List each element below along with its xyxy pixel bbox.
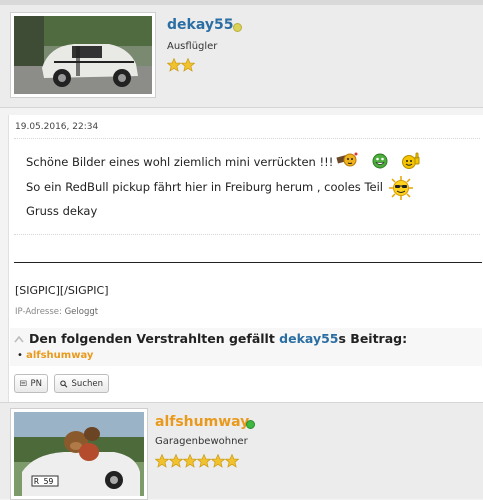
star-icon bbox=[181, 58, 195, 72]
star-icon bbox=[183, 454, 197, 468]
search-button-label: Suchen bbox=[71, 378, 103, 389]
liked-by-item: • alfshumway bbox=[17, 350, 94, 361]
avatar-alfshumway[interactable]: R 59 bbox=[10, 408, 148, 500]
usertitle-alfshumway: Garagenbewohner bbox=[155, 436, 248, 447]
rank-stars-alfshumway bbox=[155, 454, 239, 468]
pm-button[interactable]: PN bbox=[14, 374, 48, 393]
star-icon bbox=[167, 58, 181, 72]
license-plate-text: R 59 bbox=[34, 477, 53, 486]
thumbs-up-smiley-icon bbox=[402, 152, 420, 169]
star-icon bbox=[155, 454, 169, 468]
rank-stars-dekay55 bbox=[167, 58, 195, 72]
signature-separator bbox=[14, 262, 482, 263]
star-icon bbox=[225, 454, 239, 468]
status-online-icon bbox=[246, 420, 255, 429]
message-line-3: Gruss dekay bbox=[26, 204, 98, 218]
cannon-smiley-icon bbox=[336, 152, 358, 167]
status-away-icon bbox=[233, 23, 242, 32]
likes-user-link[interactable]: dekay55 bbox=[279, 331, 338, 346]
message-line-1: Schöne Bilder eines wohl ziemlich mini v… bbox=[26, 155, 334, 169]
username-dekay55[interactable]: dekay55 bbox=[167, 17, 233, 33]
avatar-dekay55[interactable] bbox=[10, 12, 156, 98]
cool-sun-smiley-icon bbox=[389, 176, 413, 200]
message-line-2: So ein RedBull pickup fährt hier in Frei… bbox=[26, 180, 383, 194]
ip-address: IP-Adresse: Geloggt bbox=[15, 307, 98, 317]
top-strip bbox=[0, 0, 483, 5]
star-icon bbox=[211, 454, 225, 468]
date-divider bbox=[14, 138, 480, 139]
message-icon bbox=[20, 380, 27, 386]
chevron-up-icon[interactable] bbox=[14, 335, 24, 343]
post-date: 19.05.2016, 22:34 bbox=[15, 122, 99, 132]
likes-suffix: s Beitrag: bbox=[338, 331, 408, 346]
usertitle-dekay55: Ausflügler bbox=[167, 41, 218, 52]
ip-value: Geloggt bbox=[64, 307, 99, 317]
likes-heading: Den folgenden Verstrahlten gefällt dekay… bbox=[29, 331, 407, 346]
likes-prefix: Den folgenden Verstrahlten gefällt bbox=[29, 331, 275, 346]
search-button[interactable]: Suchen bbox=[54, 374, 109, 393]
star-icon bbox=[197, 454, 211, 468]
pm-button-label: PN bbox=[30, 378, 42, 389]
signature: [SIGPIC][/SIGPIC] bbox=[15, 284, 109, 297]
ip-label: IP-Adresse: bbox=[15, 307, 62, 317]
star-icon bbox=[169, 454, 183, 468]
username-alfshumway[interactable]: alfshumway bbox=[155, 414, 249, 430]
search-icon bbox=[60, 379, 68, 388]
liked-by-user-link[interactable]: alfshumway bbox=[26, 350, 93, 361]
message-divider bbox=[14, 234, 480, 235]
green-grin-smiley-icon bbox=[372, 153, 388, 169]
